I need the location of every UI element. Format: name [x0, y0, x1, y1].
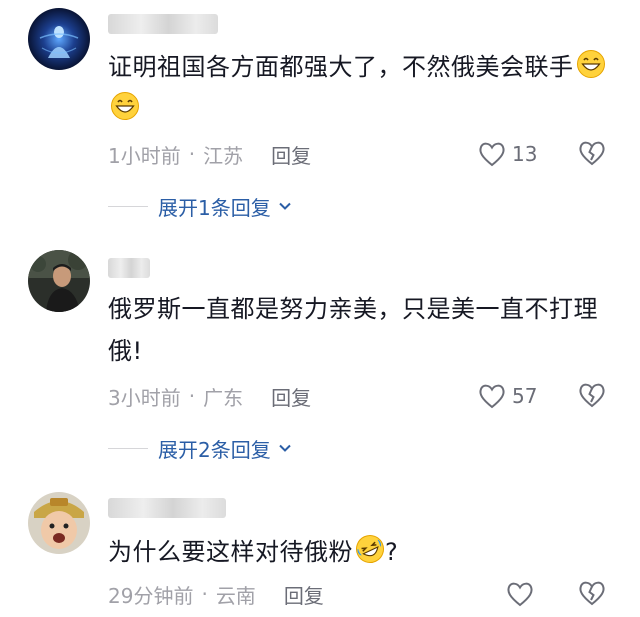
expand-replies-button[interactable]: 展开1条回复 [108, 191, 293, 221]
comment-text: 俄罗斯一直都是努力亲美，只是美一直不打理俄! [108, 295, 598, 365]
expand-replies-button[interactable]: 展开2条回复 [108, 433, 293, 463]
location: 江苏 [203, 143, 244, 168]
avatar[interactable] [28, 8, 90, 70]
dislike-button[interactable] [578, 140, 606, 168]
reply-button[interactable]: 回复 [271, 140, 311, 169]
divider-line [108, 205, 148, 207]
comment-text: 为什么要这样对待俄粉 ? [108, 531, 608, 573]
expand-replies-label: 展开2条回复 [158, 437, 271, 462]
broken-heart-icon [579, 581, 605, 606]
broken-heart-icon [579, 383, 605, 408]
timestamp: 29分钟前 [108, 583, 194, 608]
comment-meta: 1小时前 · 江苏 回复 [108, 139, 311, 169]
dislike-button[interactable] [578, 580, 606, 608]
avatar[interactable] [28, 250, 90, 312]
location: 云南 [215, 583, 256, 608]
avatar[interactable] [28, 492, 90, 554]
reply-button[interactable]: 回复 [284, 580, 324, 609]
divider-line [108, 447, 148, 449]
expand-replies-label: 展开1条回复 [158, 195, 271, 220]
grinning-face-icon [110, 91, 140, 121]
separator: · [201, 582, 208, 606]
broken-heart-icon [579, 141, 605, 166]
username-redacted[interactable] [108, 258, 150, 278]
like-count: 13 [512, 142, 538, 166]
reply-button[interactable]: 回复 [271, 382, 311, 411]
comment-meta: 29分钟前 · 云南 回复 [108, 579, 324, 609]
username-redacted[interactable] [108, 498, 226, 518]
like-button[interactable]: 57 [478, 381, 537, 411]
separator: · [188, 384, 196, 408]
heart-icon [479, 142, 505, 167]
rolling-laughing-icon [355, 534, 385, 564]
username-redacted[interactable] [108, 14, 218, 34]
grinning-face-icon [576, 49, 606, 79]
like-button[interactable]: 13 [478, 139, 537, 169]
location: 广东 [203, 385, 244, 410]
dislike-button[interactable] [578, 382, 606, 410]
like-count: 57 [512, 384, 538, 408]
comment-meta: 3小时前 · 广东 回复 [108, 381, 311, 411]
chevron-down-icon [279, 444, 291, 452]
heart-icon [479, 384, 505, 409]
heart-icon [507, 582, 533, 607]
chevron-down-icon [279, 202, 291, 210]
separator: · [188, 142, 196, 166]
comment-text: 证明祖国各方面都强大了，不然俄美会联手 [108, 46, 608, 130]
timestamp: 1小时前 [108, 143, 181, 168]
timestamp: 3小时前 [108, 385, 181, 410]
like-button[interactable] [506, 579, 534, 609]
